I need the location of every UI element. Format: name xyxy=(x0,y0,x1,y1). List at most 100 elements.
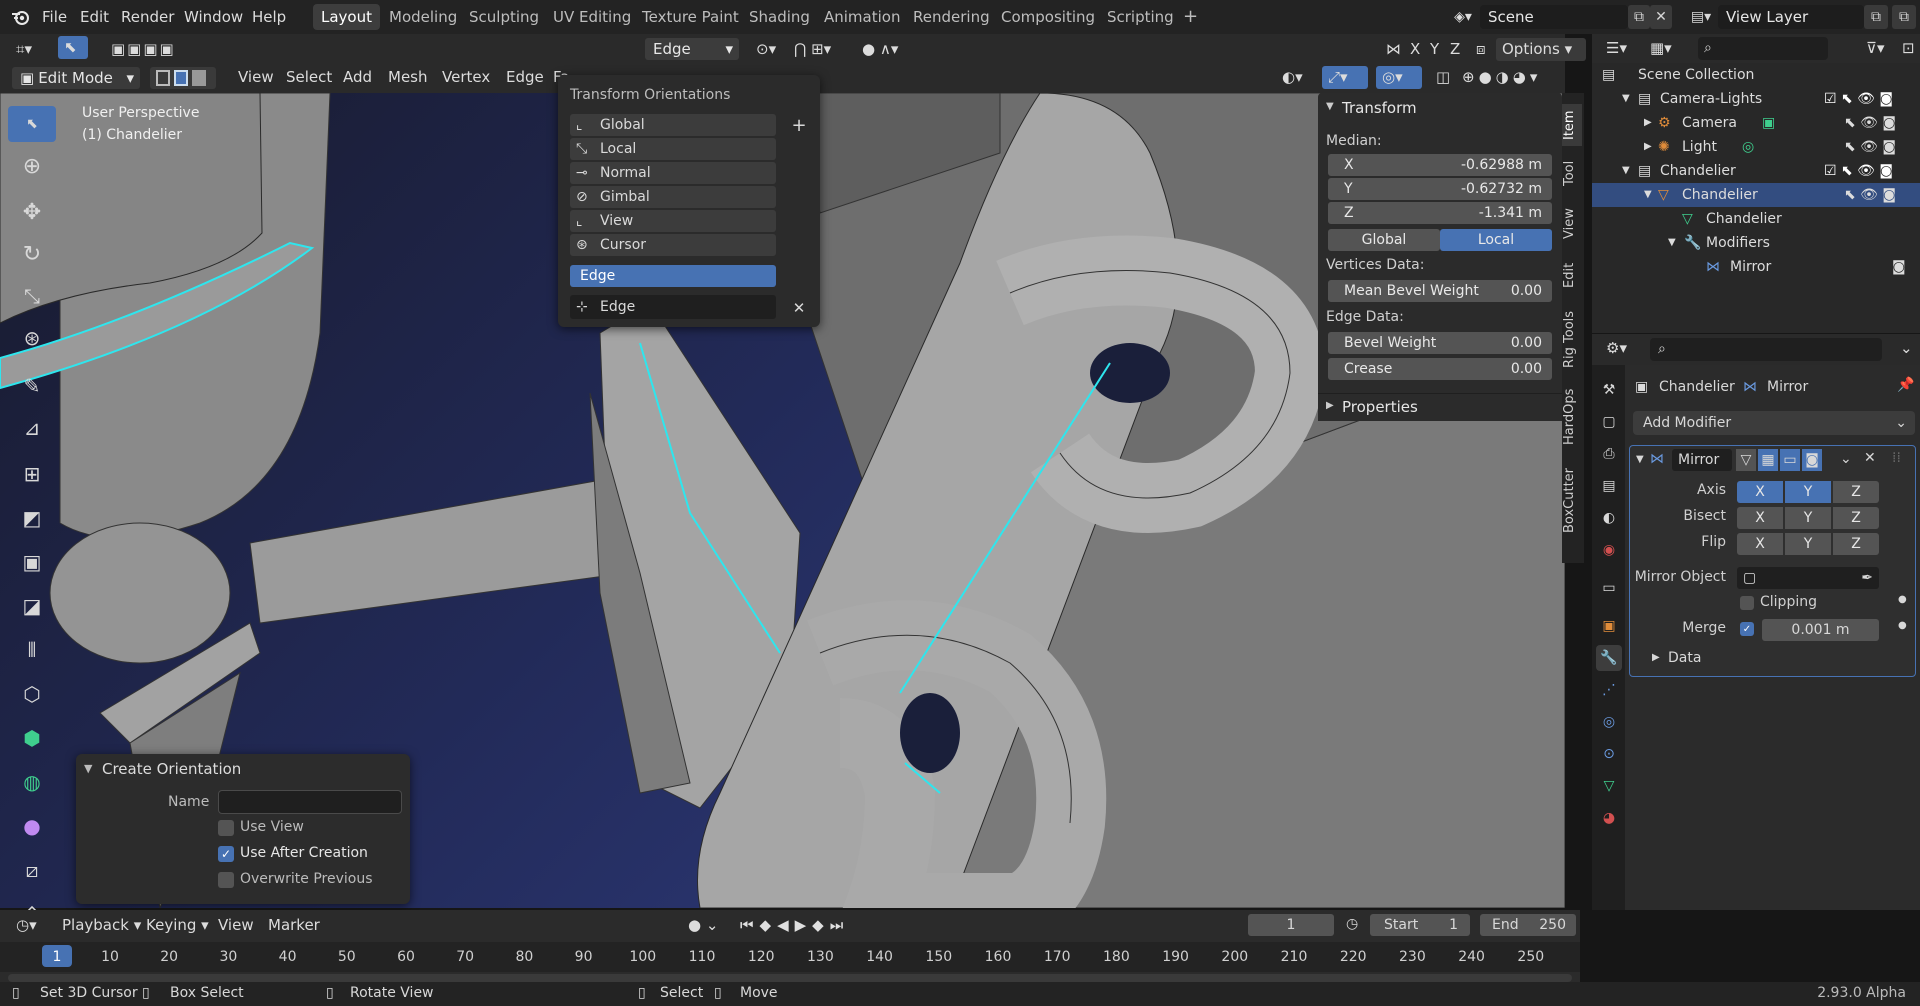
remove-scene-icon[interactable]: ✕ xyxy=(1650,5,1672,29)
outliner-row-chandelier-collection[interactable]: ▼ ▤ Chandelier ☑ ⬉ 👁 ◙ xyxy=(1592,159,1920,183)
orientation-edge-selected[interactable]: Edge xyxy=(570,265,776,287)
view-layer-icon[interactable]: ▤▾ xyxy=(1686,6,1716,28)
chevron-down-icon[interactable]: ⌄ xyxy=(1894,337,1919,360)
outliner-row-light[interactable]: ▶ ✺ Light ◎ ⬉ 👁 ◙ xyxy=(1592,135,1920,159)
menu-select[interactable]: Select xyxy=(280,66,338,89)
menu-help[interactable]: Help xyxy=(252,0,286,34)
view-layer-field[interactable]: View Layer xyxy=(1718,5,1864,29)
orientation-name-input[interactable] xyxy=(218,790,402,814)
stopwatch-icon[interactable]: ◷ xyxy=(1346,916,1358,932)
jump-start-icon[interactable]: ⏮ xyxy=(740,916,760,934)
menu-timeline-view[interactable]: View xyxy=(212,914,260,937)
use-view-checkbox[interactable] xyxy=(218,820,234,836)
outliner-row-scene-collection[interactable]: ▤ Scene Collection xyxy=(1592,63,1920,87)
object-properties-icon[interactable]: ▣ xyxy=(1596,613,1622,639)
render-toggle-icon[interactable]: ◙ xyxy=(1802,449,1822,471)
collapse-arrow-icon[interactable]: ▼ xyxy=(1636,454,1644,465)
smooth-icon[interactable]: ● xyxy=(8,808,56,844)
tab-modeling[interactable]: Modeling xyxy=(381,4,465,30)
selection-mode-icons[interactable]: ▣▣▣▣ xyxy=(105,38,225,61)
scene-field[interactable]: Scene xyxy=(1480,5,1628,29)
axis-y-toggle[interactable]: Y xyxy=(1785,481,1831,503)
menu-keying[interactable]: Keying ▾ xyxy=(140,914,215,937)
snap-icon[interactable]: ⋂ ⊞▾ xyxy=(788,38,848,61)
tab-edit[interactable]: Edit xyxy=(1562,258,1582,292)
playback-controls[interactable]: ⏮◆◀▶◆⏭ xyxy=(740,916,849,934)
chevron-down-icon[interactable]: ⌄ xyxy=(1840,451,1852,467)
modifier-properties-icon[interactable]: 🔧 xyxy=(1596,645,1622,671)
bisect-x-toggle[interactable]: X xyxy=(1737,507,1783,529)
select-box-icon[interactable]: ⬉ xyxy=(8,106,56,142)
prev-keyframe-icon[interactable]: ◆ xyxy=(760,916,778,934)
tab-shading[interactable]: Shading xyxy=(741,4,818,30)
edit-mode-icon[interactable]: ▦ xyxy=(1758,449,1778,471)
particles-properties-icon[interactable]: ⋰ xyxy=(1596,677,1622,703)
play-icon[interactable]: ▶ xyxy=(795,916,813,934)
delete-modifier-icon[interactable]: ✕ xyxy=(1864,450,1876,466)
current-frame-field[interactable]: 1 xyxy=(1248,914,1334,936)
scene-selector-icon[interactable]: ◈▾ xyxy=(1448,6,1478,28)
keyframe-dot-icon[interactable]: ● xyxy=(1898,594,1907,605)
menu-edit[interactable]: Edit xyxy=(80,0,109,34)
modifier-name-input[interactable]: Mirror xyxy=(1672,449,1732,471)
overlays-icon[interactable]: ◎▾ xyxy=(1376,66,1422,89)
menu-edge[interactable]: Edge xyxy=(500,66,550,89)
mode-dropdown[interactable]: ▣ Edit Mode ▾ xyxy=(12,67,140,89)
remove-view-layer-icon[interactable]: ⧉ xyxy=(1892,5,1916,29)
timeline-editor-icon[interactable]: ◷▾ xyxy=(10,914,48,937)
spin-icon[interactable]: ◍ xyxy=(8,764,56,800)
outliner-row-mirror[interactable]: ⋈ Mirror ◙ xyxy=(1592,255,1920,279)
flip-y-toggle[interactable]: Y xyxy=(1785,533,1831,555)
render-toggle-icon[interactable]: ◙ xyxy=(1892,255,1906,279)
tab-sculpting[interactable]: Sculpting xyxy=(461,4,547,30)
mean-bevel-weight-field[interactable]: Mean Bevel Weight 0.00 xyxy=(1328,280,1552,302)
pin-icon[interactable]: 📌 xyxy=(1897,377,1914,393)
rotate-icon[interactable]: ↻ xyxy=(8,236,56,272)
face-select-icon[interactable] xyxy=(192,70,206,86)
data-properties-icon[interactable]: ▽ xyxy=(1596,773,1622,799)
tab-hardops[interactable]: HardOps xyxy=(1562,386,1582,448)
menu-window[interactable]: Window xyxy=(184,0,243,34)
play-reverse-icon[interactable]: ◀ xyxy=(777,916,795,934)
flip-x-toggle[interactable]: X xyxy=(1737,533,1783,555)
extrude-icon[interactable]: ◩ xyxy=(8,500,56,536)
tab-scripting[interactable]: Scripting xyxy=(1099,4,1182,30)
merge-checkbox[interactable]: ✓ xyxy=(1740,622,1754,636)
outliner-editor-icon[interactable]: ☰▾ xyxy=(1600,37,1638,60)
menu-view[interactable]: View xyxy=(232,66,280,89)
filter-icon[interactable]: ⊽▾ xyxy=(1860,37,1894,60)
options-dropdown[interactable]: Options ▾ xyxy=(1496,38,1586,61)
bevel-weight-field[interactable]: Bevel Weight 0.00 xyxy=(1328,332,1552,354)
inset-icon[interactable]: ▣ xyxy=(8,544,56,580)
auto-merge-icon[interactable]: ⧈ xyxy=(1470,38,1492,61)
drag-handle-icon[interactable]: ⁞⁞ xyxy=(1892,450,1901,466)
world-properties-icon[interactable]: ◉ xyxy=(1596,537,1622,563)
pivot-point-icon[interactable]: ⊙▾ xyxy=(750,38,782,61)
menu-playback[interactable]: Playback ▾ xyxy=(56,914,147,937)
collection-properties-icon[interactable]: ▭ xyxy=(1596,575,1622,601)
scene-properties-icon[interactable]: ◐ xyxy=(1596,505,1622,531)
editor-type-icon[interactable]: ⌗▾ xyxy=(10,38,50,61)
median-y-field[interactable]: Y -0.62732 m xyxy=(1328,178,1552,200)
display-mode-icon[interactable]: ▦▾ xyxy=(1644,37,1682,60)
median-x-field[interactable]: X -0.62988 m xyxy=(1328,154,1552,176)
tab-item[interactable]: Item xyxy=(1562,104,1582,146)
custom-orientation-name[interactable]: ⊹ Edge xyxy=(570,295,776,319)
new-collection-icon[interactable]: ⊡ xyxy=(1896,37,1920,60)
add-cube-icon[interactable]: ⊞ xyxy=(8,456,56,492)
orientation-normal[interactable]: ⊸ Normal xyxy=(570,162,776,184)
collapse-arrow-icon[interactable]: ▼ xyxy=(1326,101,1334,112)
tab-uv-editing[interactable]: UV Editing xyxy=(545,4,639,30)
visibility-icon[interactable]: ◐▾ xyxy=(1276,66,1316,89)
flip-z-toggle[interactable]: Z xyxy=(1833,533,1879,555)
transform-icon[interactable]: ⊛ xyxy=(8,320,56,356)
outliner-row-chandelier-object[interactable]: ▼ ▽ Chandelier ⬉ 👁 ◙ xyxy=(1592,183,1920,207)
blender-logo-icon[interactable] xyxy=(10,6,32,28)
measure-icon[interactable]: ⊿ xyxy=(8,410,56,446)
outliner-search-input[interactable]: ⌕ xyxy=(1698,37,1828,60)
annotate-icon[interactable]: ✎ xyxy=(8,368,56,404)
use-after-creation-checkbox[interactable]: ✓ xyxy=(218,846,234,862)
xray-icon[interactable]: ◫ xyxy=(1430,66,1452,89)
crease-field[interactable]: Crease 0.00 xyxy=(1328,358,1552,380)
add-orientation-icon[interactable]: + xyxy=(788,114,810,136)
